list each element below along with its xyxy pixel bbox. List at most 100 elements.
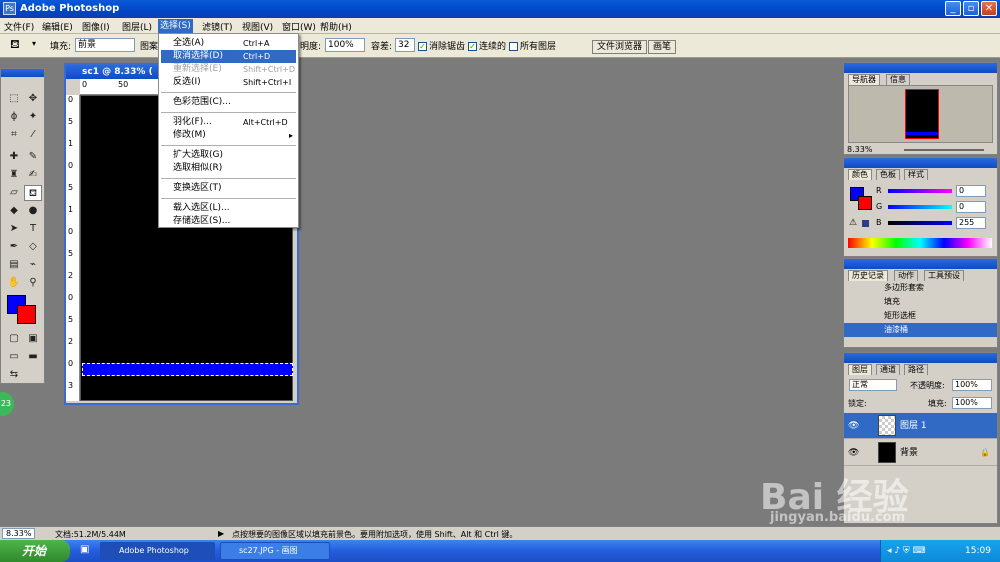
channel-b-value[interactable]: 255 bbox=[956, 217, 986, 229]
tab-navigator[interactable]: 导航器 bbox=[848, 74, 880, 85]
menu-item-transform-selection[interactable]: 变换选区(T) bbox=[161, 182, 296, 195]
pen-tool-icon[interactable]: ✒ bbox=[5, 239, 23, 255]
healing-brush-icon[interactable]: ✚ bbox=[5, 149, 23, 165]
menu-image[interactable]: 图像(I) bbox=[82, 20, 110, 33]
menu-item-modify[interactable]: 修改(M) ▸ bbox=[161, 129, 296, 142]
layer-opacity-field[interactable]: 100% bbox=[952, 379, 992, 391]
channel-r-value[interactable]: 0 bbox=[956, 185, 986, 197]
tab-actions[interactable]: 动作 bbox=[894, 270, 918, 281]
quick-mask-icon[interactable]: ▣ bbox=[24, 331, 42, 347]
brush-tool-icon[interactable]: ✎ bbox=[24, 149, 42, 165]
history-item-current[interactable]: 油漆桶 bbox=[844, 323, 997, 337]
brushes-tab[interactable]: 画笔 bbox=[648, 40, 677, 54]
menu-view[interactable]: 视图(V) bbox=[242, 20, 273, 33]
menu-help[interactable]: 帮助(H) bbox=[320, 20, 352, 33]
minimize-button[interactable]: _ bbox=[945, 1, 961, 16]
file-browser-tab[interactable]: 文件浏览器 bbox=[592, 40, 648, 54]
menu-file[interactable]: 文件(F) bbox=[4, 20, 34, 33]
blend-mode-select[interactable]: 正常 bbox=[849, 379, 897, 391]
contiguous-checkbox[interactable]: ✓ 连续的 bbox=[468, 39, 506, 52]
eye-icon[interactable]: 👁 bbox=[848, 440, 859, 466]
all-layers-checkbox[interactable]: 所有图层 bbox=[509, 39, 556, 52]
status-arrow-icon[interactable]: ▶ bbox=[218, 529, 224, 538]
lasso-tool-icon[interactable]: ϕ bbox=[5, 109, 23, 125]
menu-item-deselect[interactable]: 取消选择(D) Ctrl+D bbox=[161, 50, 296, 63]
path-selection-icon[interactable]: ➤ bbox=[5, 221, 23, 237]
tab-info[interactable]: 信息 bbox=[886, 74, 910, 85]
eraser-tool-icon[interactable]: ▱ bbox=[5, 185, 23, 201]
status-zoom-field[interactable]: 8.33% bbox=[2, 528, 36, 539]
tab-channels[interactable]: 通道 bbox=[876, 364, 900, 375]
navigator-zoom-slider[interactable] bbox=[904, 149, 984, 151]
menu-edit[interactable]: 编辑(E) bbox=[42, 20, 73, 33]
menu-item-load-selection[interactable]: 载入选区(L)... bbox=[161, 202, 296, 215]
marquee-tool-icon[interactable]: ⬚ bbox=[5, 91, 23, 107]
navigator-view-box[interactable] bbox=[905, 89, 939, 139]
selection-marquee[interactable] bbox=[82, 363, 293, 376]
type-tool-icon[interactable]: T bbox=[24, 221, 42, 237]
start-button[interactable]: 开始 bbox=[0, 540, 70, 562]
tab-tool-presets[interactable]: 工具预设 bbox=[924, 270, 964, 281]
tool-preset-arrow-icon[interactable]: ▾ bbox=[32, 39, 36, 48]
history-item[interactable]: 矩形选框 bbox=[844, 309, 997, 323]
navigator-preview[interactable] bbox=[848, 85, 993, 143]
move-tool-icon[interactable]: ✥ bbox=[24, 91, 42, 107]
hand-tool-icon[interactable]: ✋ bbox=[5, 275, 23, 291]
background-color-swatch[interactable] bbox=[17, 305, 36, 324]
standard-mode-icon[interactable]: ▢ bbox=[5, 331, 23, 347]
jump-to-imageready-icon[interactable]: ⇆ bbox=[5, 367, 23, 383]
menu-item-similar[interactable]: 选取相似(R) bbox=[161, 162, 296, 175]
dodge-tool-icon[interactable]: ● bbox=[24, 203, 42, 219]
fill-select[interactable]: 前景 bbox=[75, 38, 135, 52]
menu-item-select-all[interactable]: 全选(A) Ctrl+A bbox=[161, 37, 296, 50]
eyedropper-icon[interactable]: ⌁ bbox=[24, 257, 42, 273]
clock[interactable]: 15:09 bbox=[965, 540, 991, 562]
menu-item-color-range[interactable]: 色彩范围(C)... bbox=[161, 96, 296, 109]
show-desktop-icon[interactable]: ▣ bbox=[80, 544, 89, 555]
task-photoshop[interactable]: Adobe Photoshop bbox=[100, 542, 215, 560]
tolerance-field[interactable]: 32 bbox=[395, 38, 415, 52]
channel-g-value[interactable]: 0 bbox=[956, 201, 986, 213]
restore-button[interactable]: ▫ bbox=[963, 1, 979, 16]
tab-styles[interactable]: 样式 bbox=[904, 169, 928, 180]
crop-tool-icon[interactable]: ⌗ bbox=[5, 127, 23, 143]
menu-window[interactable]: 窗口(W) bbox=[282, 20, 316, 33]
menu-item-inverse[interactable]: 反选(I) Shift+Ctrl+I bbox=[161, 76, 296, 89]
antialias-checkbox[interactable]: ✓ 消除锯齿 bbox=[418, 39, 465, 52]
paint-bucket-icon[interactable]: ⛾ bbox=[10, 37, 20, 53]
blur-tool-icon[interactable]: ◆ bbox=[5, 203, 23, 219]
layer-fill-field[interactable]: 100% bbox=[952, 397, 992, 409]
menu-item-grow[interactable]: 扩大选取(G) bbox=[161, 149, 296, 162]
notes-tool-icon[interactable]: ▤ bbox=[5, 257, 23, 273]
menu-filter[interactable]: 滤镜(T) bbox=[202, 20, 233, 33]
navigator-zoom-value[interactable]: 8.33% bbox=[847, 145, 872, 154]
gamut-swatch[interactable] bbox=[862, 220, 869, 227]
clone-stamp-icon[interactable]: ♜ bbox=[5, 167, 23, 183]
history-item[interactable]: 多边形套索 bbox=[844, 281, 997, 295]
slice-tool-icon[interactable]: ⁄ bbox=[24, 127, 42, 143]
tab-history[interactable]: 历史记录 bbox=[848, 270, 888, 281]
history-brush-icon[interactable]: ✍ bbox=[24, 167, 42, 183]
history-item[interactable]: 填充 bbox=[844, 295, 997, 309]
paint-bucket-tool-icon[interactable]: ⛾ bbox=[24, 185, 42, 201]
tab-paths[interactable]: 路径 bbox=[904, 364, 928, 375]
menu-layer[interactable]: 图层(L) bbox=[122, 20, 152, 33]
menu-item-feather[interactable]: 羽化(F)... Alt+Ctrl+D bbox=[161, 116, 296, 129]
eye-icon[interactable]: 👁 bbox=[848, 413, 859, 439]
color-bg-swatch[interactable] bbox=[858, 196, 872, 210]
opacity-field[interactable]: 100% bbox=[325, 38, 365, 52]
menu-item-reselect[interactable]: 重新选择(E) Shift+Ctrl+D bbox=[161, 63, 296, 76]
tab-swatches[interactable]: 色板 bbox=[876, 169, 900, 180]
channel-g-slider[interactable] bbox=[888, 205, 952, 209]
full-screen-mode-icon[interactable]: ▬ bbox=[24, 349, 42, 365]
menu-select[interactable]: 选择(S) bbox=[158, 19, 193, 33]
tab-color[interactable]: 颜色 bbox=[848, 169, 872, 180]
color-spectrum-bar[interactable] bbox=[848, 238, 992, 248]
screen-mode-icon[interactable]: ▭ bbox=[5, 349, 23, 365]
close-button[interactable]: ✕ bbox=[981, 1, 997, 16]
zoom-tool-icon[interactable]: ⚲ bbox=[24, 275, 42, 291]
tray-icons[interactable]: ◂ ♪ ⛨ ⌨ bbox=[887, 540, 926, 562]
shape-tool-icon[interactable]: ◇ bbox=[24, 239, 42, 255]
layer-row-background[interactable]: 👁 背景 🔒 bbox=[844, 440, 997, 466]
magic-wand-icon[interactable]: ✦ bbox=[24, 109, 42, 125]
